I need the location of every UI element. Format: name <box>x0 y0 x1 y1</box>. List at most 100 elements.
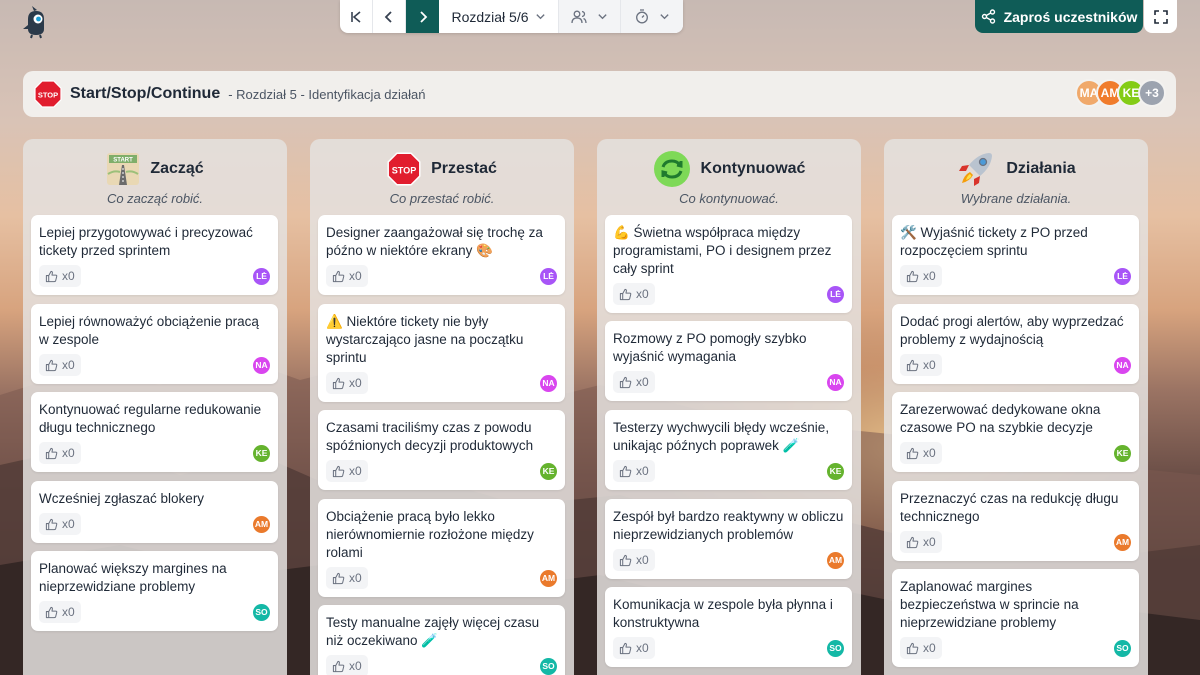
retro-card[interactable]: Testerzy wychwycili błędy wcześnie, unik… <box>605 410 852 490</box>
like-button[interactable]: x0 <box>39 442 81 464</box>
participants-dropdown[interactable] <box>559 0 621 33</box>
previous-chapter-button[interactable] <box>373 0 406 33</box>
card-footer: x0 NA <box>326 372 557 394</box>
stop-sign-text: STOP <box>392 165 417 175</box>
like-button[interactable]: x0 <box>39 601 81 623</box>
like-button[interactable]: x0 <box>326 567 368 589</box>
retro-card[interactable]: Zarezerwować dedykowane okna czasowe PO … <box>892 392 1139 472</box>
retro-card[interactable]: Planować większy margines na nieprzewidz… <box>31 551 278 631</box>
like-count: x0 <box>349 269 362 283</box>
card-text: Designer zaangażował się trochę za późno… <box>326 225 543 258</box>
retro-card[interactable]: Dodać progi alertów, aby wyprzedzać prob… <box>892 304 1139 384</box>
thumbs-up-icon <box>45 606 58 618</box>
chapter-dropdown[interactable]: Rozdział 5/6 <box>439 0 559 33</box>
stop-sign-icon: STOP <box>387 152 421 186</box>
card-text: Planować większy margines na nieprzewidz… <box>39 561 227 594</box>
like-count: x0 <box>923 535 936 549</box>
card-footer: x0 LĖ <box>613 283 844 305</box>
author-avatar: LĖ <box>253 267 270 285</box>
thumbs-up-icon <box>906 536 919 548</box>
retro-card[interactable]: Zespół był bardzo reaktywny w obliczu ni… <box>605 499 852 579</box>
like-button[interactable]: x0 <box>39 265 81 287</box>
retro-card[interactable]: Przeznaczyć czas na redukcję długu techn… <box>892 481 1139 561</box>
like-button[interactable]: x0 <box>326 655 368 675</box>
stop-sign-icon: STOP <box>34 80 62 108</box>
invite-participants-button[interactable]: Zaproś uczestników <box>975 0 1143 33</box>
next-chapter-button[interactable] <box>406 0 439 33</box>
first-chapter-button[interactable] <box>340 0 373 33</box>
author-avatar: KE <box>1114 444 1131 462</box>
chevron-right-icon <box>419 10 427 23</box>
retro-card[interactable]: Komunikacja w zespole była płynna i kons… <box>605 587 852 667</box>
card-footer: x0 LĖ <box>900 265 1131 287</box>
retro-card[interactable]: Kontynuować regularne redukowanie długu … <box>31 392 278 472</box>
participant-avatars[interactable]: MA AM KE +3 <box>1075 79 1166 107</box>
fullscreen-button[interactable] <box>1144 0 1177 33</box>
retro-card[interactable]: Wcześniej zgłaszać blokery x0 AM <box>31 481 278 543</box>
retro-card[interactable]: ⚠️ Niektóre tickety nie były wystarczają… <box>318 304 565 402</box>
like-count: x0 <box>62 446 75 460</box>
like-count: x0 <box>636 464 649 478</box>
column-continue: Kontynuować Co kontynuować. 💪 Świetna ws… <box>597 139 861 675</box>
card-footer: x0 AM <box>613 549 844 571</box>
card-footer: x0 LĖ <box>326 265 557 287</box>
card-footer: x0 AM <box>326 567 557 589</box>
author-avatar: AM <box>827 551 844 569</box>
like-button[interactable]: x0 <box>39 513 81 535</box>
like-button[interactable]: x0 <box>900 531 942 553</box>
like-count: x0 <box>62 269 75 283</box>
road-sign-text: START <box>114 158 134 164</box>
chevron-down-icon <box>535 14 545 20</box>
retro-card[interactable]: Zaplanować margines bezpieczeństwa w spr… <box>892 569 1139 667</box>
card-footer: x0 KE <box>613 460 844 482</box>
like-button[interactable]: x0 <box>613 637 655 659</box>
thumbs-up-icon <box>332 270 345 282</box>
more-participants-badge[interactable]: +3 <box>1138 79 1166 107</box>
card-text: Komunikacja w zespole była płynna i kons… <box>613 597 833 630</box>
like-button[interactable]: x0 <box>613 549 655 571</box>
column-title: Kontynuować <box>700 160 806 177</box>
like-count: x0 <box>349 376 362 390</box>
card-text: Lepiej równoważyć obciążenie pracą w zes… <box>39 314 259 347</box>
like-button[interactable]: x0 <box>613 283 655 305</box>
author-avatar: NA <box>1114 356 1131 374</box>
thumbs-up-icon <box>619 642 632 654</box>
like-button[interactable]: x0 <box>326 265 368 287</box>
timer-dropdown[interactable] <box>621 0 683 33</box>
retro-card[interactable]: Designer zaangażował się trochę za późno… <box>318 215 565 295</box>
retro-card[interactable]: Obciążenie pracą było lekko nierównomier… <box>318 499 565 597</box>
retro-card[interactable]: 💪 Świetna współpraca między programistam… <box>605 215 852 313</box>
like-button[interactable]: x0 <box>613 460 655 482</box>
like-button[interactable]: x0 <box>900 442 942 464</box>
retro-card[interactable]: Lepiej równoważyć obciążenie pracą w zes… <box>31 304 278 384</box>
like-button[interactable]: x0 <box>900 637 942 659</box>
like-button[interactable]: x0 <box>39 354 81 376</box>
card-text: Przeznaczyć czas na redukcję długu techn… <box>900 491 1119 524</box>
column-subtitle: Co zacząć robić. <box>106 191 204 206</box>
author-avatar: LĖ <box>540 267 557 285</box>
column-start: START Zacząć Co zacząć robić. Lepiej prz… <box>23 139 287 675</box>
like-count: x0 <box>62 358 75 372</box>
retro-card[interactable]: Lepiej przygotowywać i precyzować ticket… <box>31 215 278 295</box>
column-header: START Zacząć <box>23 139 287 191</box>
share-icon <box>981 9 995 24</box>
repeat-icon <box>653 150 691 188</box>
like-button[interactable]: x0 <box>613 371 655 393</box>
thumbs-up-icon <box>332 572 345 584</box>
like-button[interactable]: x0 <box>900 354 942 376</box>
author-avatar: SO <box>540 657 557 675</box>
like-button[interactable]: x0 <box>326 460 368 482</box>
retro-card[interactable]: Rozmowy z PO pomogły szybko wyjaśnić wym… <box>605 321 852 401</box>
retro-card[interactable]: Czasami traciliśmy czas z powodu spóźnio… <box>318 410 565 490</box>
retro-card[interactable]: 🛠️ Wyjaśnić tickety z PO przed rozpoczęc… <box>892 215 1139 295</box>
like-button[interactable]: x0 <box>900 265 942 287</box>
app-logo[interactable] <box>20 5 52 39</box>
card-footer: x0 KE <box>39 442 270 464</box>
thumbs-up-icon <box>45 447 58 459</box>
like-count: x0 <box>636 375 649 389</box>
like-button[interactable]: x0 <box>326 372 368 394</box>
retro-card[interactable]: Testy manualne zajęły więcej czasu niż o… <box>318 605 565 675</box>
card-text: Testerzy wychwycili błędy wcześnie, unik… <box>613 420 830 453</box>
card-text: 🛠️ Wyjaśnić tickety z PO przed rozpoczęc… <box>900 225 1088 258</box>
card-footer: x0 SO <box>326 655 557 675</box>
